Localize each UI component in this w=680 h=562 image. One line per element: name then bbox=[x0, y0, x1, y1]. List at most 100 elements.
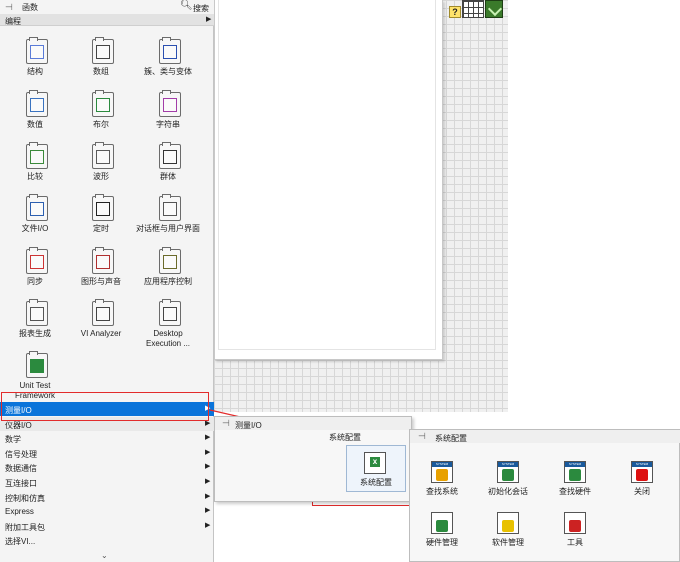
palette-tile-label: 群体 bbox=[160, 172, 176, 181]
vi-icon[interactable] bbox=[485, 0, 503, 18]
submenu-title: 测量I/O bbox=[235, 421, 262, 430]
unit-test-icon bbox=[26, 351, 48, 378]
numeric-icon bbox=[26, 90, 48, 117]
system-config-item[interactable]: SYSTEM 初始化会话 bbox=[478, 458, 538, 502]
palette-row-label: Express bbox=[5, 507, 34, 516]
comparison-icon bbox=[26, 142, 48, 169]
chevron-right-icon: ▶ bbox=[205, 449, 211, 456]
palette-tile-label: 数组 bbox=[93, 67, 109, 76]
pin-icon[interactable]: ⊣ bbox=[222, 418, 230, 429]
system-config-item[interactable]: SYSTEM 查找系统 bbox=[412, 458, 472, 502]
palette-tile-label: VI Analyzer bbox=[80, 329, 122, 338]
palette-tile[interactable]: 应用程序控制 bbox=[135, 246, 201, 298]
scroll-down-icon[interactable]: ⌄ bbox=[101, 551, 108, 560]
system-config-item[interactable]: 工具 bbox=[545, 509, 605, 553]
palette-row-label: 附加工具包 bbox=[5, 523, 45, 532]
system-band-label: SYSTEM bbox=[565, 462, 585, 467]
front-panel-canvas[interactable] bbox=[218, 0, 436, 350]
highlight-box-measure bbox=[1, 392, 209, 421]
palette-row[interactable]: 互连接口 ▶ bbox=[0, 475, 214, 489]
system-config-mark-icon: x bbox=[370, 457, 380, 467]
palette-tile[interactable]: 群体 bbox=[135, 141, 201, 193]
connector-pane-icon[interactable] bbox=[462, 0, 484, 18]
palette-row-label: 信号处理 bbox=[5, 450, 37, 459]
system-config-item[interactable]: 软件管理 bbox=[478, 509, 538, 553]
palette-tile[interactable]: 布尔 bbox=[68, 89, 134, 141]
system-config-item-label: 查找硬件 bbox=[559, 487, 591, 496]
palette-tile[interactable]: 波形 bbox=[68, 141, 134, 193]
help-icon[interactable]: ? bbox=[449, 6, 461, 18]
chevron-right-icon: ▶ bbox=[206, 16, 212, 23]
palette-row[interactable]: 数学 ▶ bbox=[0, 431, 214, 445]
palette-tile-label: 定时 bbox=[93, 224, 109, 233]
sync-icon bbox=[26, 247, 48, 274]
palette-title: 函数 bbox=[22, 3, 38, 12]
palette-tile[interactable]: 比较 bbox=[2, 141, 68, 193]
boolean-icon bbox=[92, 90, 114, 117]
system-config-item-icon bbox=[564, 512, 586, 534]
graphics-icon bbox=[92, 247, 114, 274]
palette-tile-label: 报表生成 bbox=[19, 329, 51, 338]
palette-tile-label: Desktop Execution ... bbox=[145, 329, 191, 348]
palette-row[interactable]: 附加工具包 ▶ bbox=[0, 519, 214, 533]
palette-tile[interactable]: 对话框与用户界面 bbox=[135, 193, 201, 245]
palette-tile[interactable]: 定时 bbox=[68, 193, 134, 245]
system-config-item[interactable]: 硬件管理 bbox=[412, 509, 472, 553]
palette-tile[interactable]: Desktop Execution ... bbox=[135, 298, 201, 350]
system-config-item-icon: SYSTEM bbox=[564, 461, 586, 483]
timing-icon bbox=[92, 194, 114, 221]
system-config-label: 系统配置 bbox=[360, 478, 392, 487]
palette-tile-label: 波形 bbox=[93, 172, 109, 181]
palette-tile[interactable]: 结构 bbox=[2, 36, 68, 88]
app-control-icon bbox=[159, 247, 181, 274]
array-icon bbox=[92, 37, 114, 64]
palette-tile[interactable]: 同步 bbox=[2, 246, 68, 298]
palette-row[interactable]: 数据通信 ▶ bbox=[0, 460, 214, 474]
system-config-item[interactable]: SYSTEM 关闭 bbox=[612, 458, 672, 502]
palette-row-label: 数学 bbox=[5, 435, 21, 444]
pin-icon[interactable]: ⊣ bbox=[5, 2, 13, 13]
palette-row-label: 仪器I/O bbox=[5, 421, 32, 430]
system-band-label: SYSTEM bbox=[632, 462, 652, 467]
chevron-right-icon: ▶ bbox=[205, 478, 211, 485]
vi-analyzer-icon bbox=[92, 299, 114, 326]
system-band-label: SYSTEM bbox=[432, 462, 452, 467]
palette-tile[interactable]: 数值 bbox=[2, 89, 68, 141]
chevron-right-icon: ▶ bbox=[205, 507, 211, 514]
category-header-label: 编程 bbox=[5, 17, 21, 26]
palette-tile[interactable]: 报表生成 bbox=[2, 298, 68, 350]
palette-row[interactable]: 控制和仿真 ▶ bbox=[0, 490, 214, 504]
palette-row[interactable]: 信号处理 ▶ bbox=[0, 446, 214, 460]
palette-row[interactable]: Express ▶ bbox=[0, 504, 214, 518]
system-config-item-label: 工具 bbox=[567, 538, 583, 547]
section-label: 系统配置 bbox=[329, 433, 361, 442]
search-label[interactable]: 搜索 bbox=[193, 3, 209, 14]
palette-row[interactable]: 选择VI... bbox=[0, 533, 214, 547]
system-config-item-icon bbox=[431, 512, 453, 534]
palette-tile[interactable]: 字符串 bbox=[135, 89, 201, 141]
palette-tile[interactable]: 数组 bbox=[68, 36, 134, 88]
system-config-item-label: 查找系统 bbox=[426, 487, 458, 496]
palette-tile[interactable]: VI Analyzer bbox=[68, 298, 134, 350]
palette-tile-label: 对话框与用户界面 bbox=[136, 224, 200, 233]
system-config-item-icon: SYSTEM bbox=[631, 461, 653, 483]
system-config-item-label: 硬件管理 bbox=[426, 538, 458, 547]
palette-tile-label: 比较 bbox=[27, 172, 43, 181]
system-config-item[interactable]: SYSTEM 查找硬件 bbox=[545, 458, 605, 502]
category-header[interactable] bbox=[0, 14, 214, 26]
palette-tile[interactable]: 图形与声音 bbox=[68, 246, 134, 298]
search-icon[interactable]: 🔍︎ bbox=[180, 0, 193, 11]
palette-row-label: 控制和仿真 bbox=[5, 494, 45, 503]
system-config-item-label: 关闭 bbox=[634, 487, 650, 496]
palette-tile-label: 结构 bbox=[27, 67, 43, 76]
palette-tile-label: 应用程序控制 bbox=[144, 277, 192, 286]
group-icon bbox=[159, 142, 181, 169]
string-icon bbox=[159, 90, 181, 117]
chevron-right-icon: ▶ bbox=[205, 463, 211, 470]
palette-tile-label: 图形与声音 bbox=[81, 277, 121, 286]
palette-tile[interactable]: 簇、类与变体 bbox=[135, 36, 201, 88]
palette-tile[interactable]: 文件I/O bbox=[2, 193, 68, 245]
file-io-icon bbox=[26, 194, 48, 221]
system-config-item-icon: SYSTEM bbox=[431, 461, 453, 483]
pin-icon[interactable]: ⊣ bbox=[418, 431, 426, 442]
